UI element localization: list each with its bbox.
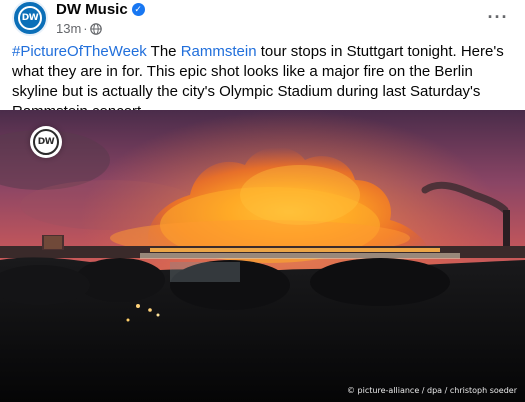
photo-credit: © picture-alliance / dpa / christoph soe…	[347, 386, 517, 395]
stadium-photo	[0, 110, 525, 402]
dw-watermark-ring: DW	[33, 129, 59, 155]
page-name[interactable]: DW Music ✓	[56, 1, 145, 18]
dw-logo-ring: DW	[18, 6, 42, 30]
post-timestamp[interactable]: 13m	[56, 21, 81, 36]
hashtag-link[interactable]: #PictureOfTheWeek	[12, 43, 147, 60]
page-avatar[interactable]: DW	[12, 0, 48, 36]
page-name-label: DW Music	[56, 1, 128, 18]
caption-text: The	[146, 43, 181, 60]
dw-watermark-logo: DW	[30, 126, 62, 158]
more-options-icon[interactable]: ···	[485, 4, 511, 30]
meta-separator: ·	[83, 21, 88, 36]
rammstein-link[interactable]: Rammstein	[181, 43, 257, 60]
post-meta: 13m ·	[56, 21, 102, 36]
dw-watermark-text: DW	[37, 137, 55, 147]
verified-check-icon: ✓	[131, 3, 145, 16]
more-options-label: ···	[487, 6, 509, 27]
facebook-post: DW DW Music ✓ 13m · ··· #PictureOfTheWee…	[0, 0, 525, 402]
post-header: DW DW Music ✓ 13m · ···	[0, 0, 525, 40]
avatar-logo-text: DW	[21, 13, 39, 23]
globe-icon[interactable]	[89, 22, 102, 35]
post-photo[interactable]: DW © picture-alliance / dpa / christoph …	[0, 110, 525, 402]
